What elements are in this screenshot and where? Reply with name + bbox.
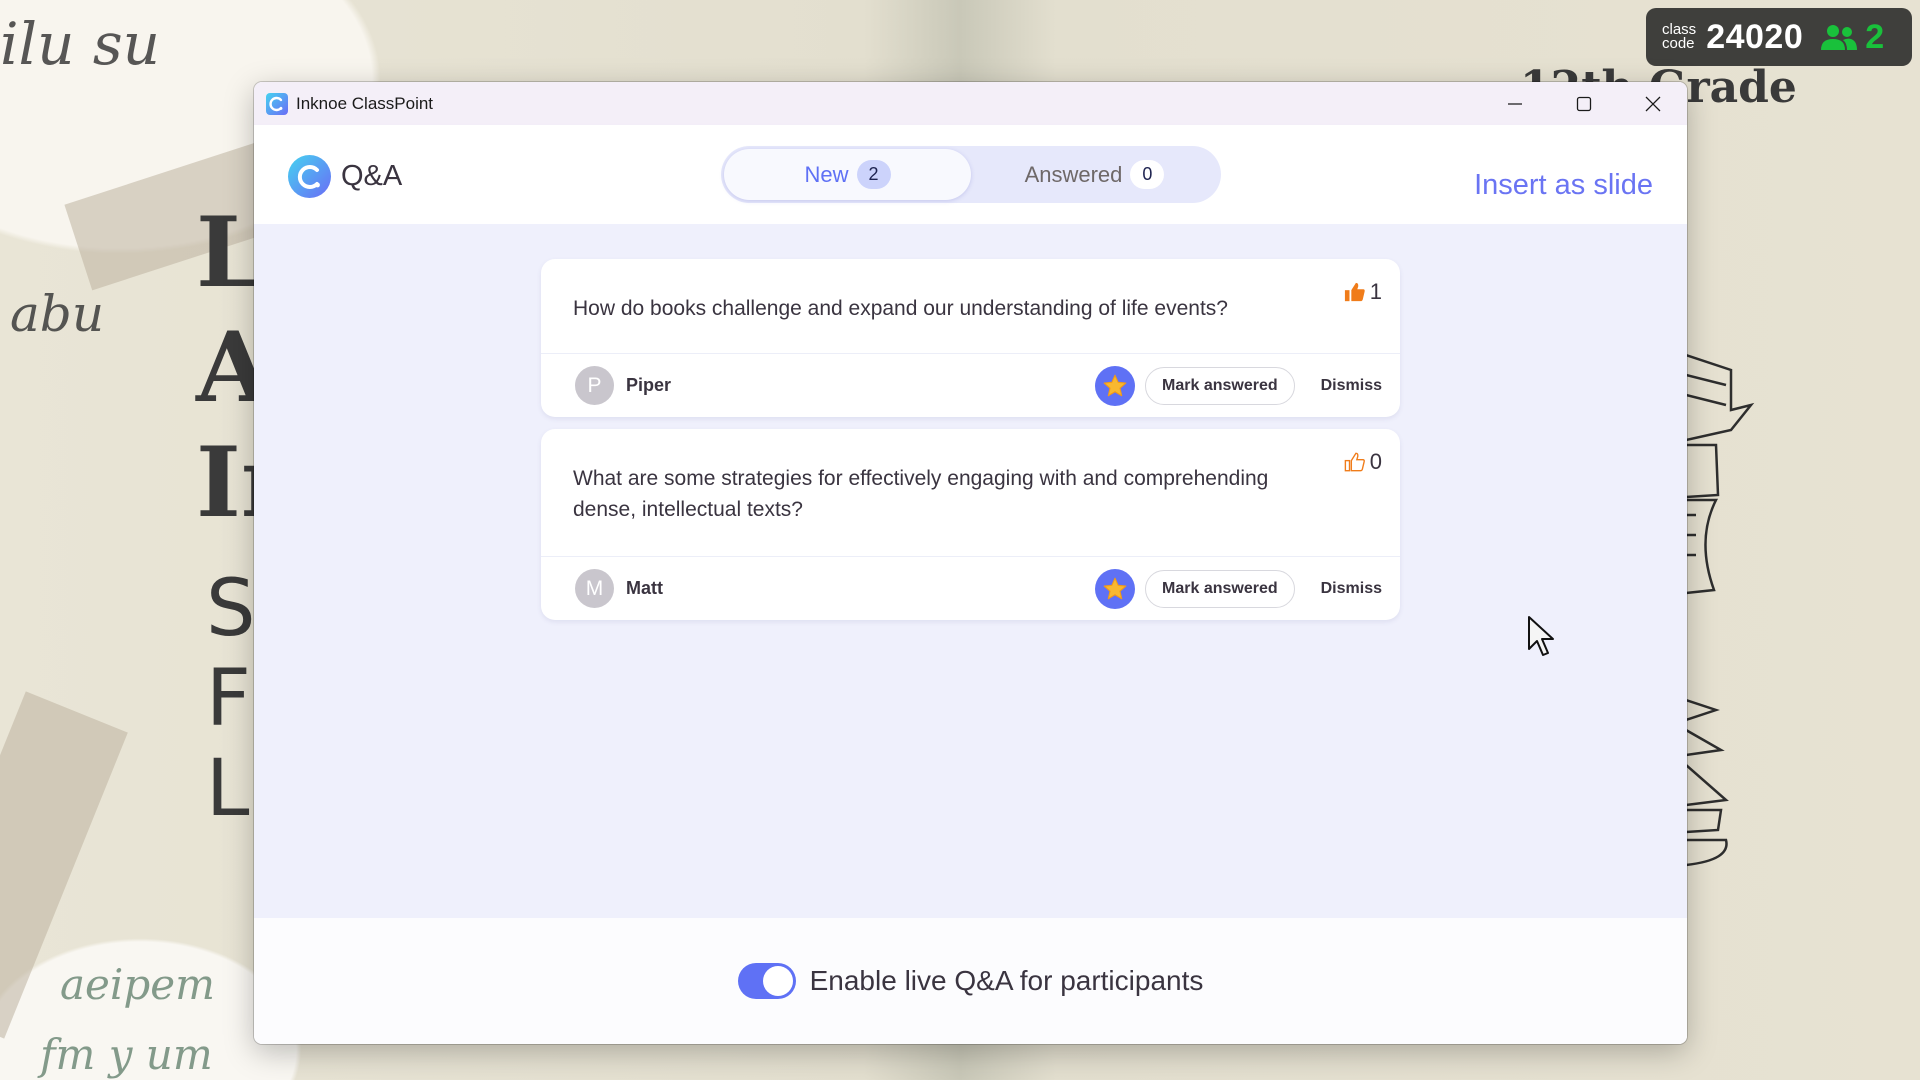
star-icon — [1103, 577, 1127, 599]
classpoint-window: Inknoe ClassPoint Q&A New 2 Answered 0 I… — [254, 82, 1687, 1044]
dismiss-button[interactable]: Dismiss — [1321, 580, 1382, 598]
question-footer: P Piper Mark answered Dismiss — [541, 354, 1400, 417]
enable-live-qa-toggle[interactable] — [737, 963, 796, 999]
handwriting-decoration: ilu su — [0, 10, 161, 78]
class-code-badge[interactable]: class code 24020 2 — [1646, 8, 1912, 66]
handwriting-decoration: fm y um — [40, 1030, 213, 1079]
slide-subtitle-line: F — [206, 654, 251, 744]
class-code-value: 24020 — [1706, 17, 1804, 56]
participants-count: 2 — [1865, 17, 1885, 56]
slide-subtitle-line: S — [206, 564, 256, 654]
slide-subtitle-line: L — [206, 744, 250, 834]
maximize-button[interactable] — [1549, 82, 1618, 125]
star-icon — [1103, 374, 1127, 396]
author-name: Piper — [626, 375, 672, 395]
handwriting-decoration: abu — [10, 285, 105, 343]
author-name: Matt — [626, 578, 663, 598]
question-actions: Mark answered Dismiss — [1095, 568, 1382, 609]
participants-counter[interactable]: 2 — [1821, 18, 1884, 57]
classpoint-logo-icon — [288, 155, 331, 198]
tab-new-label: New — [804, 161, 849, 187]
upvote-count: 0 — [1369, 449, 1382, 474]
qa-logo: Q&A — [288, 155, 402, 198]
qa-header: Q&A New 2 Answered 0 Insert as slide — [254, 125, 1687, 224]
enable-live-qa-label: Enable live Q&A for participants — [809, 965, 1204, 996]
thumbs-up-outline-icon — [1344, 452, 1365, 472]
close-icon — [1645, 96, 1660, 111]
book-stack-drawing — [1686, 353, 1755, 595]
qa-tabs: New 2 Answered 0 — [721, 146, 1221, 203]
class-code-label-line2: code — [1662, 35, 1695, 52]
tab-new[interactable]: New 2 — [724, 149, 971, 200]
question-footer: M Matt Mark answered Dismiss — [541, 557, 1400, 620]
award-star-button[interactable] — [1095, 568, 1136, 609]
question-card: What are some strategies for effectively… — [541, 429, 1400, 620]
question-card: How do books challenge and expand our un… — [541, 259, 1400, 417]
qa-title: Q&A — [341, 160, 403, 192]
upvote-counter: 0 — [1344, 449, 1382, 475]
question-text: How do books challenge and expand our un… — [573, 297, 1228, 320]
tab-answered[interactable]: Answered 0 — [971, 149, 1218, 200]
tab-answered-label: Answered — [1024, 161, 1123, 187]
mouse-cursor-icon — [1528, 616, 1554, 656]
tab-new-count: 2 — [856, 160, 891, 189]
upvote-counter: 1 — [1344, 279, 1382, 305]
question-text: What are some strategies for effectively… — [573, 467, 1269, 521]
title-bar[interactable]: Inknoe ClassPoint — [254, 82, 1687, 125]
tab-answered-count: 0 — [1130, 160, 1165, 189]
users-icon — [1821, 25, 1858, 50]
mark-answered-button[interactable]: Mark answered — [1145, 366, 1295, 405]
avatar: P — [575, 366, 614, 405]
thumbs-up-filled-icon — [1344, 282, 1365, 302]
question-actions: Mark answered Dismiss — [1095, 365, 1382, 406]
questions-list: How do books challenge and expand our un… — [254, 224, 1687, 1000]
window-title: Inknoe ClassPoint — [296, 93, 434, 113]
mark-answered-button[interactable]: Mark answered — [1145, 569, 1295, 608]
dismiss-button[interactable]: Dismiss — [1321, 377, 1382, 395]
minimize-icon — [1507, 102, 1522, 105]
qa-footer: Enable live Q&A for participants — [254, 918, 1687, 1044]
insert-as-slide-button[interactable]: Insert as slide — [1474, 169, 1653, 202]
award-star-button[interactable] — [1095, 365, 1136, 406]
class-code-label: class code — [1662, 22, 1696, 52]
book-stack-drawing — [1686, 698, 1729, 867]
classpoint-app-icon — [266, 92, 288, 115]
upvote-count: 1 — [1369, 279, 1382, 304]
close-button[interactable] — [1618, 82, 1687, 125]
toggle-knob — [762, 966, 793, 996]
window-controls — [1480, 82, 1687, 125]
minimize-button[interactable] — [1480, 82, 1549, 125]
maximize-icon — [1576, 96, 1591, 111]
avatar: M — [575, 569, 614, 608]
handwriting-decoration: aeipem — [60, 960, 215, 1009]
